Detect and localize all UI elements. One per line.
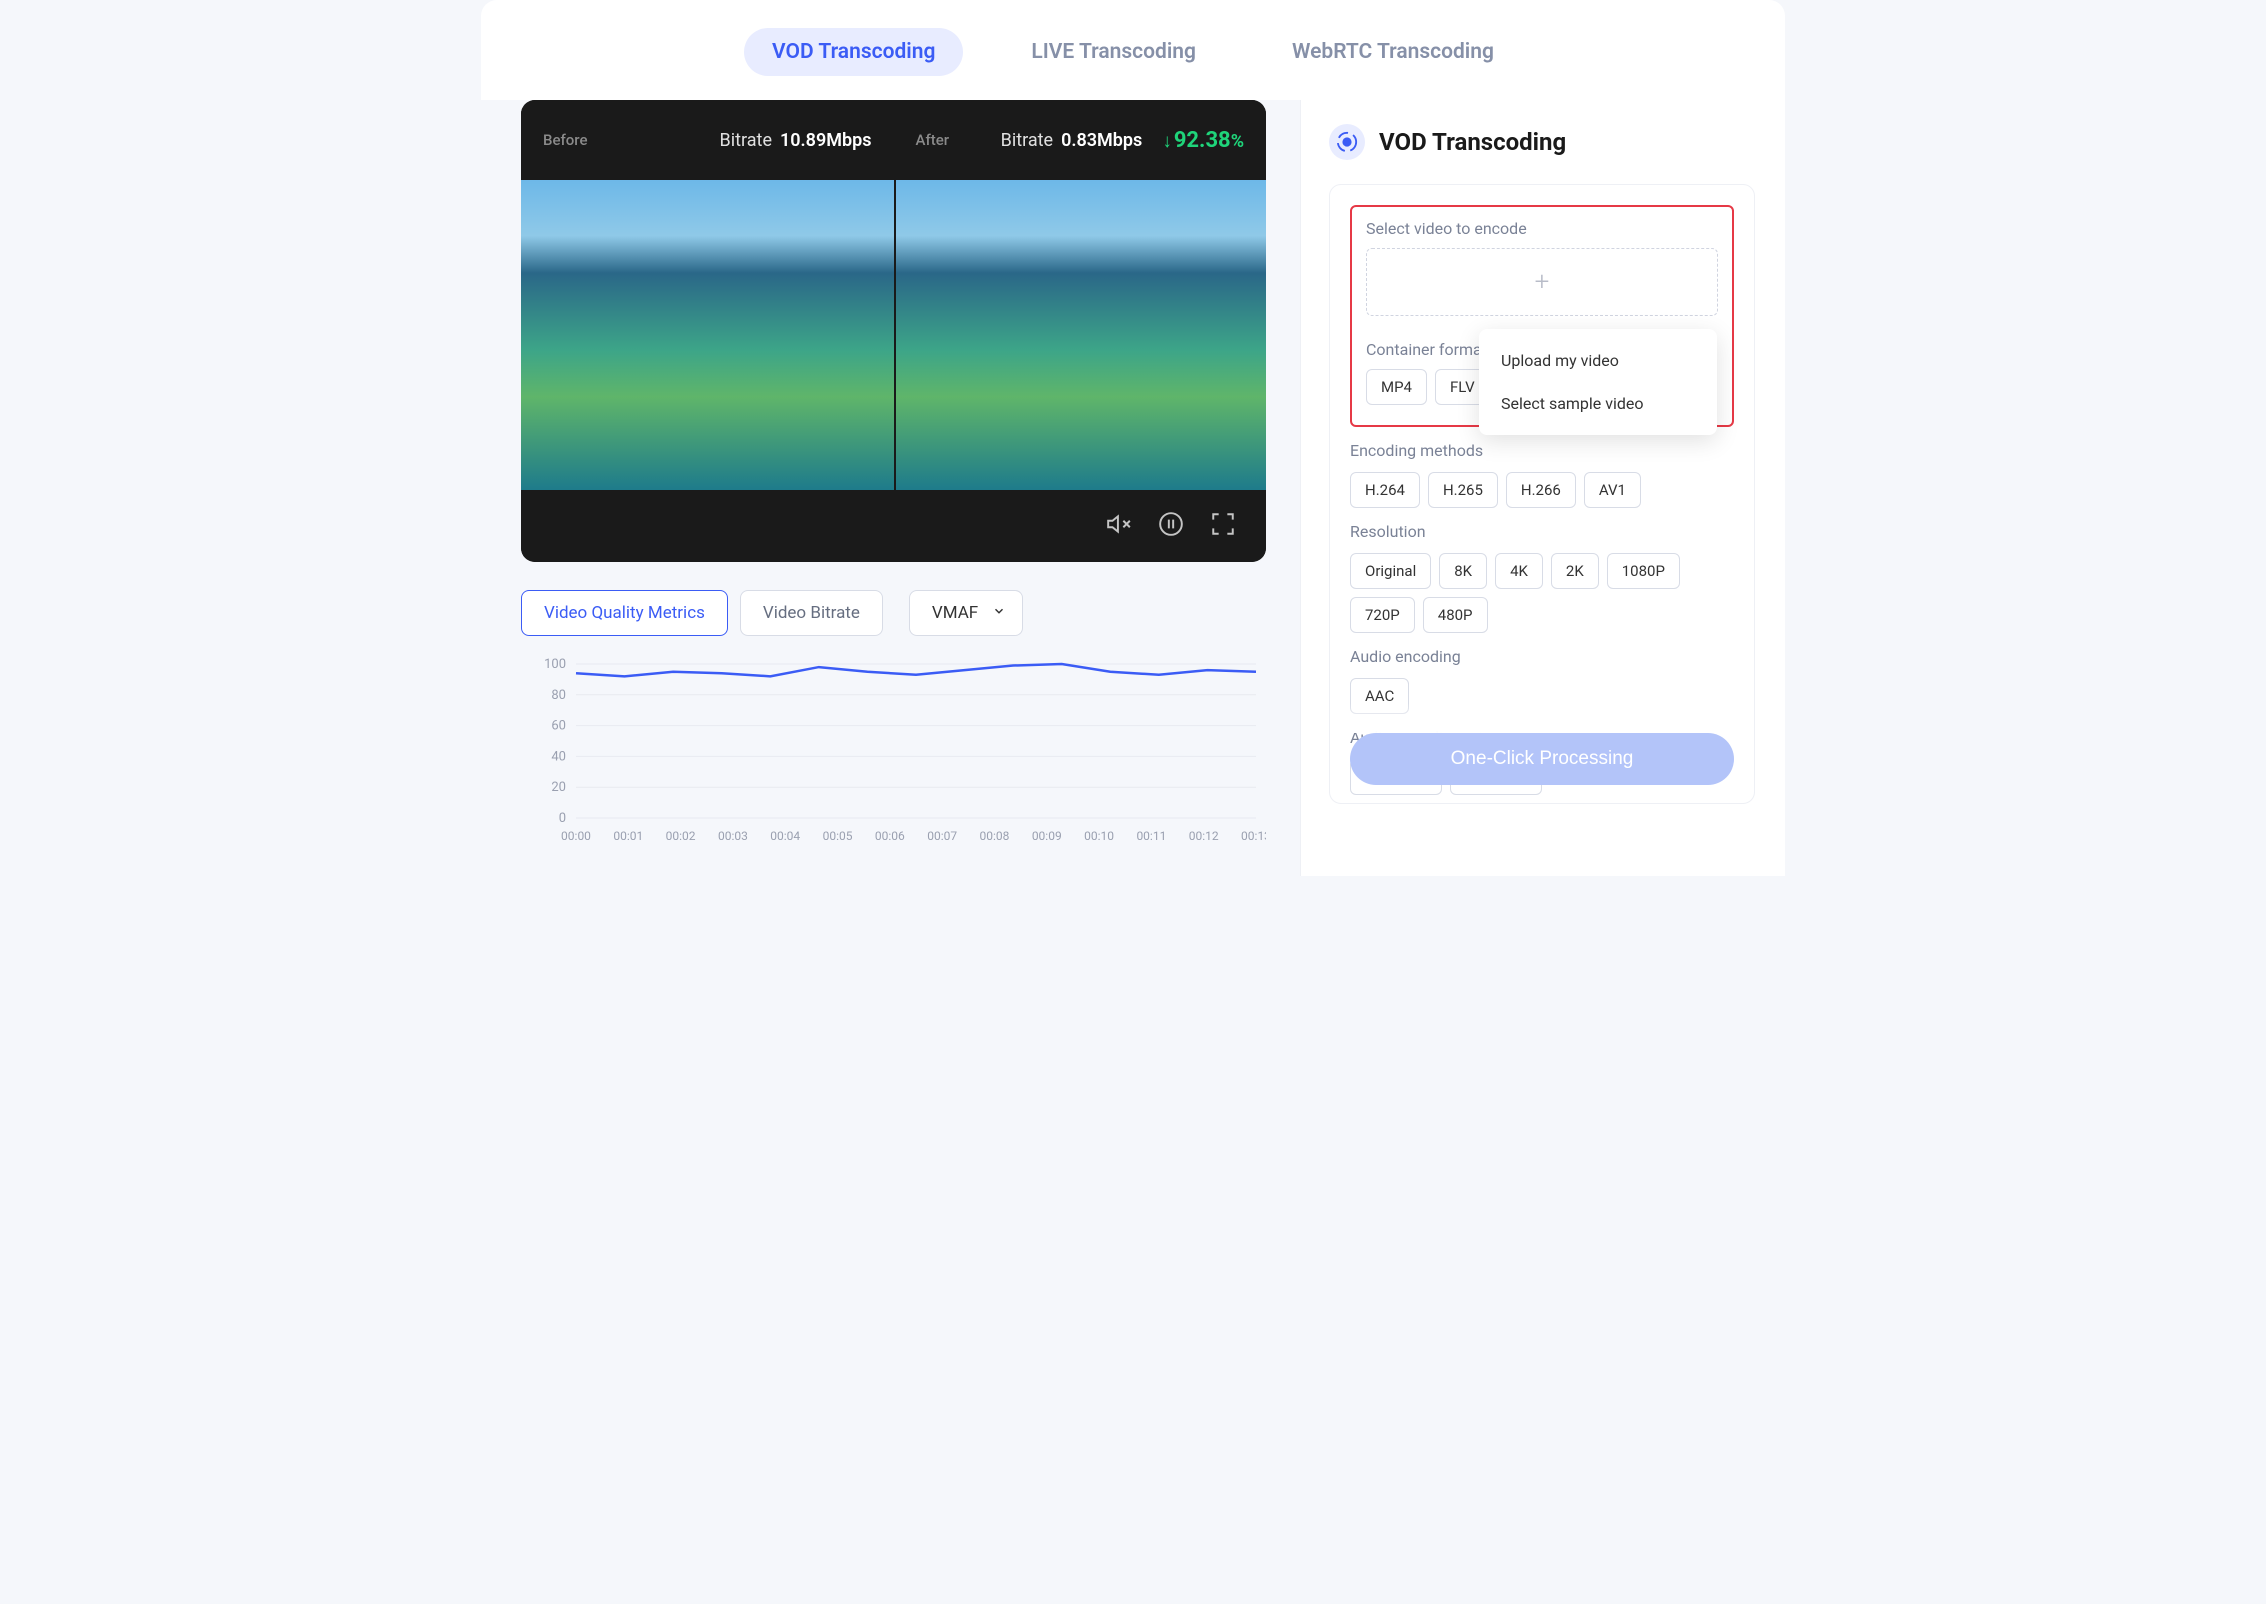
chart-svg: 0 20 40 60 80 100 00:00 00:01 00:02 00:03 00:04 00:…	[521, 656, 1266, 846]
after-header: After Bitrate 0.83Mbps ↓ 92.38 %	[894, 100, 1267, 180]
svg-text:00:03: 00:03	[718, 829, 748, 843]
svg-text:00:00: 00:00	[561, 829, 591, 843]
svg-text:100: 100	[544, 657, 566, 672]
audio-enc-options: AAC	[1350, 678, 1734, 714]
video-comparison: Before Bitrate 10.89Mbps After Bitrate 0…	[521, 100, 1266, 562]
before-video	[521, 180, 894, 490]
main-layout: Before Bitrate 10.89Mbps After Bitrate 0…	[481, 100, 1785, 876]
resolution-label: Resolution	[1350, 522, 1734, 541]
after-label: After	[916, 131, 950, 149]
svg-text:0: 0	[559, 811, 566, 826]
popup-sample-video[interactable]: Select sample video	[1479, 382, 1717, 425]
after-bitrate: Bitrate 0.83Mbps	[1001, 130, 1143, 151]
before-bitrate-value: 10.89Mbps	[780, 130, 872, 151]
before-header: Before Bitrate 10.89Mbps	[521, 100, 894, 180]
reduction-badge: ↓ 92.38 %	[1162, 128, 1244, 153]
svg-text:00:01: 00:01	[613, 829, 643, 843]
metrics-tabs: Video Quality Metrics Video Bitrate VMAF	[521, 590, 1300, 636]
after-video	[894, 180, 1267, 490]
tab-live[interactable]: LIVE Transcoding	[1003, 28, 1224, 76]
svg-text:00:05: 00:05	[823, 829, 853, 843]
audio-enc-label: Audio encoding	[1350, 647, 1734, 666]
popup-upload-video[interactable]: Upload my video	[1479, 339, 1717, 382]
pause-icon[interactable]	[1158, 511, 1184, 541]
video-header: Before Bitrate 10.89Mbps After Bitrate 0…	[521, 100, 1266, 180]
svg-text:00:02: 00:02	[666, 829, 696, 843]
svg-text:00:11: 00:11	[1136, 829, 1166, 843]
vmaf-chart: 0 20 40 60 80 100 00:00 00:01 00:02 00:03 00:04 00:…	[521, 656, 1266, 846]
resolution-opt-480p[interactable]: 480P	[1423, 597, 1488, 633]
svg-text:00:06: 00:06	[875, 829, 905, 843]
svg-text:00:12: 00:12	[1189, 829, 1219, 843]
svg-text:40: 40	[551, 749, 566, 764]
transcoding-icon	[1329, 124, 1365, 160]
resolution-options: Original8K4K2K1080P 720P480P	[1350, 553, 1734, 633]
after-bitrate-value: 0.83Mbps	[1061, 130, 1142, 151]
svg-text:20: 20	[551, 780, 566, 795]
svg-text:00:07: 00:07	[927, 829, 957, 843]
right-title: VOD Transcoding	[1379, 128, 1566, 156]
mute-icon[interactable]	[1106, 511, 1132, 541]
resolution-section: Resolution Original8K4K2K1080P 720P480P	[1350, 522, 1734, 633]
metric-tab-bitrate[interactable]: Video Bitrate	[740, 590, 883, 636]
encoding-opt-av1[interactable]: AV1	[1584, 472, 1641, 508]
metric-select-value: VMAF	[932, 603, 978, 623]
right-panel: VOD Transcoding Select video to encode +…	[1301, 100, 1785, 876]
video-divider[interactable]	[894, 180, 896, 490]
encoding-label: Encoding methods	[1350, 441, 1734, 460]
reduction-value: 92.38	[1174, 128, 1231, 153]
resolution-opt-1080p[interactable]: 1080P	[1607, 553, 1680, 589]
tab-webrtc[interactable]: WebRTC Transcoding	[1264, 28, 1522, 76]
metric-select[interactable]: VMAF	[909, 590, 1023, 636]
right-header: VOD Transcoding	[1329, 124, 1755, 160]
svg-text:80: 80	[551, 688, 566, 703]
audio-enc-section: Audio encoding AAC	[1350, 647, 1734, 714]
chevron-down-icon	[992, 603, 1006, 623]
left-panel: Before Bitrate 10.89Mbps After Bitrate 0…	[481, 100, 1301, 876]
resolution-opt-4k[interactable]: 4K	[1495, 553, 1543, 589]
reduction-pct: %	[1231, 131, 1244, 152]
svg-text:00:13: 00:13	[1241, 829, 1266, 843]
encoding-opt-h265[interactable]: H.265	[1428, 472, 1498, 508]
resolution-opt-original[interactable]: Original	[1350, 553, 1431, 589]
before-label: Before	[543, 131, 588, 149]
audio-enc-opt-aac[interactable]: AAC	[1350, 678, 1409, 714]
down-arrow-icon: ↓	[1162, 129, 1172, 153]
container-opt-mp4[interactable]: MP4	[1366, 369, 1427, 405]
before-bitrate: Bitrate 10.89Mbps	[720, 130, 872, 151]
plus-icon: +	[1535, 267, 1550, 297]
video-dropzone[interactable]: + Upload my video Select sample video	[1366, 248, 1718, 316]
select-video-section: Select video to encode + Upload my video…	[1350, 205, 1734, 427]
encoding-section: Encoding methods H.264H.265H.266AV1	[1350, 441, 1734, 508]
video-controls	[521, 490, 1266, 562]
resolution-opt-8k[interactable]: 8K	[1439, 553, 1487, 589]
top-tabs: VOD Transcoding LIVE Transcoding WebRTC …	[481, 0, 1785, 100]
svg-text:60: 60	[551, 719, 566, 734]
app-container: VOD Transcoding LIVE Transcoding WebRTC …	[481, 0, 1785, 876]
select-video-label: Select video to encode	[1366, 219, 1718, 238]
resolution-opt-720p[interactable]: 720P	[1350, 597, 1415, 633]
video-content	[521, 180, 1266, 490]
encoding-opt-h264[interactable]: H.264	[1350, 472, 1420, 508]
fullscreen-icon[interactable]	[1210, 511, 1236, 541]
bitrate-label-after: Bitrate	[1001, 130, 1053, 151]
bitrate-label-before: Bitrate	[720, 130, 772, 151]
svg-text:00:08: 00:08	[980, 829, 1010, 843]
encoding-opt-h266[interactable]: H.266	[1506, 472, 1576, 508]
metric-tab-quality[interactable]: Video Quality Metrics	[521, 590, 728, 636]
settings-panel: Select video to encode + Upload my video…	[1329, 184, 1755, 804]
upload-popup: Upload my video Select sample video	[1479, 329, 1717, 435]
resolution-opt-2k[interactable]: 2K	[1551, 553, 1599, 589]
svg-text:00:10: 00:10	[1084, 829, 1114, 843]
svg-text:00:09: 00:09	[1032, 829, 1062, 843]
svg-text:00:04: 00:04	[770, 829, 800, 843]
tab-vod[interactable]: VOD Transcoding	[744, 28, 963, 76]
process-button[interactable]: One-Click Processing	[1350, 733, 1734, 785]
encoding-options: H.264H.265H.266AV1	[1350, 472, 1734, 508]
